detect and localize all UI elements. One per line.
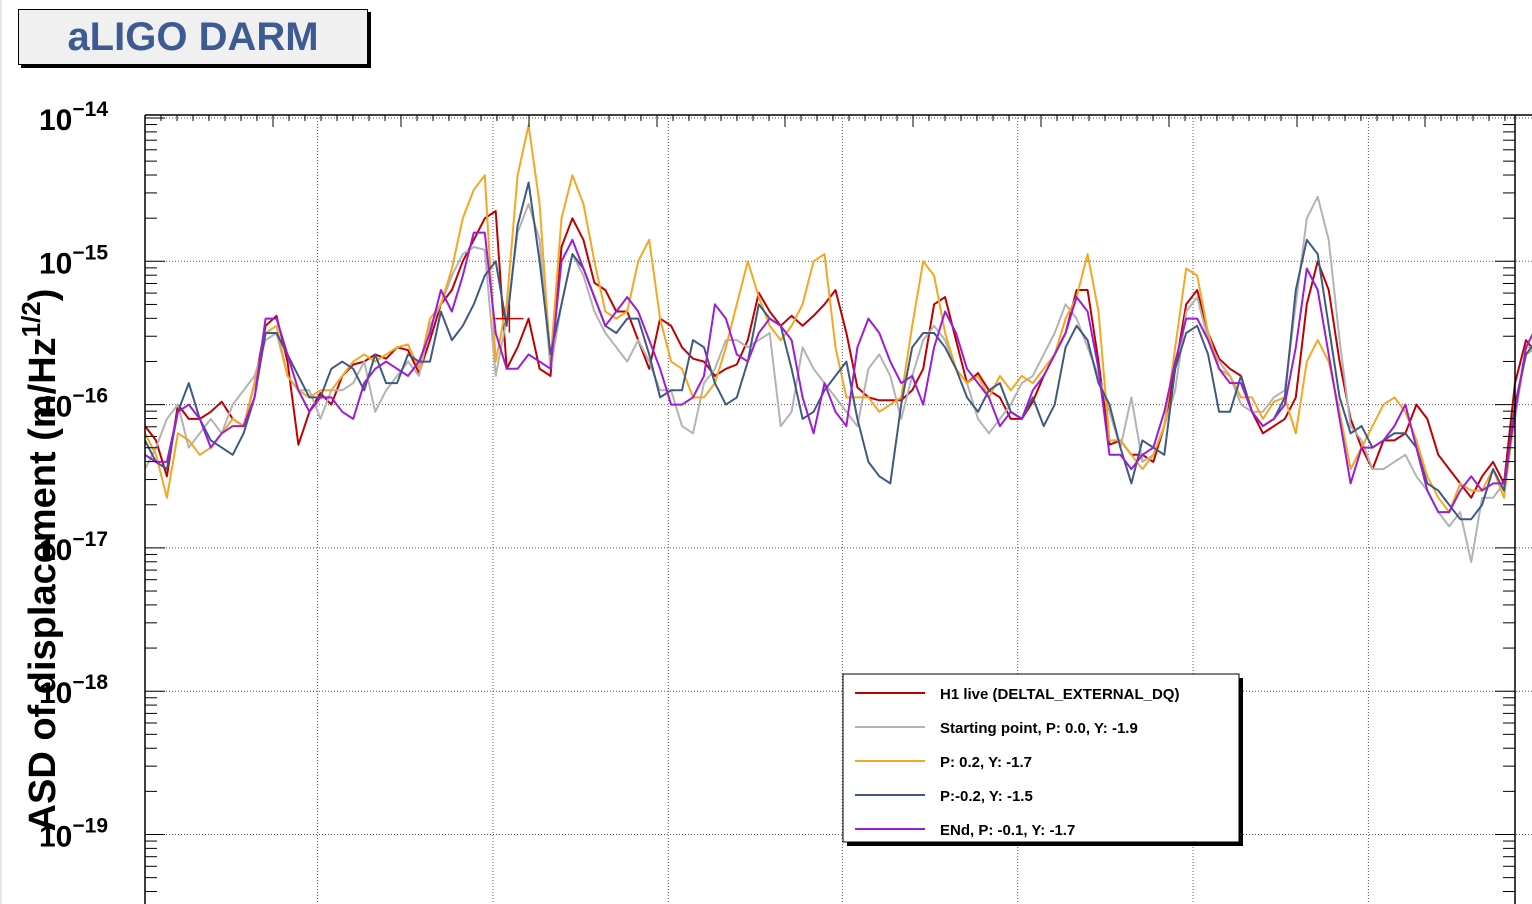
y-tick-label-exp: −16 [72, 385, 108, 408]
series-lines [145, 124, 1532, 564]
series-line-2 [145, 124, 1532, 514]
legend-entry: H1 live (DELTAL_EXTERNAL_DQ) [940, 686, 1179, 703]
y-tick-label: 10−15 [39, 241, 108, 280]
legend-entry: Starting point, P: 0.0, Y: -1.9 [940, 720, 1138, 737]
y-axis-label-superscript: 1/2 [16, 301, 46, 337]
y-axis-label-main: ASD of displacement (m/Hz [22, 337, 64, 831]
y-axis-label-group: ASD of displacement (m/Hz1/2) [16, 289, 64, 832]
y-tick-label-base: 10 [39, 247, 72, 280]
y-tick-label-exp: −18 [72, 671, 108, 694]
y-tick-label-exp: −15 [72, 241, 108, 264]
asd-chart: 10−1410−1510−1610−1710−1810−19 ASD of di… [16, 98, 1532, 904]
y-tick-label-exp: −14 [72, 98, 108, 121]
grid-lines [145, 115, 1532, 904]
y-tick-label-exp: −19 [72, 815, 108, 838]
y-axis-ticks: 10−1410−1510−1610−1710−1810−19 [39, 98, 1515, 893]
y-axis-label-end: ) [22, 289, 64, 302]
y-tick-label-exp: −17 [72, 528, 108, 551]
legend-entry: ENd, P: -0.1, Y: -1.7 [940, 822, 1075, 839]
y-axis-label: ASD of displacement (m/Hz1/2) [16, 289, 64, 832]
axes [144, 114, 1532, 904]
legend: H1 live (DELTAL_EXTERNAL_DQ) Starting poi… [842, 673, 1243, 846]
y-tick-label-base: 10 [39, 104, 72, 137]
legend-entry: P: 0.2, Y: -1.7 [940, 754, 1032, 771]
y-tick-label: 10−14 [39, 98, 108, 137]
series-line-1 [145, 195, 1532, 564]
legend-entry: P:-0.2, Y: -1.5 [940, 788, 1033, 805]
